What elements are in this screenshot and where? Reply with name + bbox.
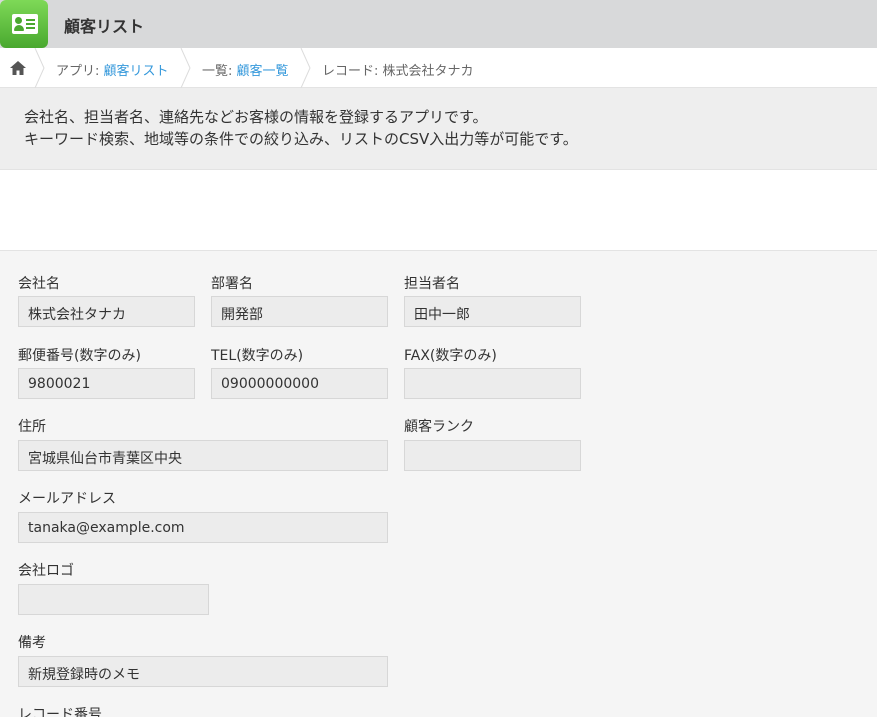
breadcrumb-list: 一覧: 顧客一覧: [202, 60, 289, 79]
customer-rank-field[interactable]: [404, 440, 581, 471]
breadcrumb-list-prefix: 一覧:: [202, 64, 237, 79]
company-logo-label: 会社ロゴ: [18, 563, 74, 579]
email-label: メールアドレス: [18, 491, 116, 507]
department-field[interactable]: 開発部: [211, 296, 388, 327]
postal-code-label: 郵便番号(数字のみ): [18, 348, 141, 364]
customer-card-icon[interactable]: [0, 0, 48, 48]
department-label: 部署名: [211, 276, 253, 292]
person-field[interactable]: 田中一郎: [404, 296, 581, 327]
notes-field[interactable]: 新規登録時のメモ: [18, 656, 388, 687]
description-line-1: 会社名、担当者名、連絡先などお客様の情報を登録するアプリです。: [24, 108, 488, 126]
tel-field[interactable]: 09000000000: [211, 368, 388, 399]
customer-rank-label: 顧客ランク: [404, 419, 474, 435]
person-label: 担当者名: [404, 276, 460, 292]
breadcrumb-app-link[interactable]: 顧客リスト: [104, 64, 169, 79]
app-icon-line: [26, 23, 35, 25]
fax-field[interactable]: [404, 368, 581, 399]
address-field[interactable]: 宮城県仙台市青葉区中央: [18, 440, 388, 471]
app-description: 会社名、担当者名、連絡先などお客様の情報を登録するアプリです。 キーワード検索、…: [0, 88, 877, 170]
breadcrumb-app-prefix: アプリ:: [56, 64, 104, 79]
email-field[interactable]: tanaka@example.com: [18, 512, 388, 543]
app-icon-person-body: [14, 25, 24, 31]
record-toolbar-area: [0, 170, 877, 251]
record-number-label: レコード番号: [18, 707, 102, 717]
fax-label: FAX(数字のみ): [404, 348, 497, 364]
company-logo-field[interactable]: [18, 584, 209, 615]
breadcrumb-list-link[interactable]: 顧客一覧: [237, 64, 289, 79]
breadcrumb-record: レコード: 株式会社タナカ: [322, 64, 474, 79]
home-icon[interactable]: [10, 61, 26, 75]
company-label: 会社名: [18, 276, 60, 292]
breadcrumb: アプリ: 顧客リスト 一覧: 顧客一覧 レコード: 株式会社タナカ: [0, 48, 877, 88]
breadcrumb-separator: [34, 48, 45, 88]
app-title: 顧客リスト: [64, 17, 145, 36]
breadcrumb-app: アプリ: 顧客リスト: [56, 60, 169, 79]
app-icon-card: [12, 14, 38, 34]
tel-label: TEL(数字のみ): [211, 348, 304, 364]
breadcrumb-separator: [180, 48, 191, 88]
app-header: 顧客リスト: [0, 0, 877, 48]
notes-label: 備考: [18, 635, 46, 651]
breadcrumb-separator: [300, 48, 311, 88]
app-icon-line: [26, 27, 35, 29]
address-label: 住所: [18, 419, 46, 435]
description-line-2: キーワード検索、地域等の条件での絞り込み、リストのCSV入出力等が可能です。: [24, 130, 578, 148]
app-icon-line: [26, 19, 35, 21]
company-field[interactable]: 株式会社タナカ: [18, 296, 195, 327]
app-icon-person-head: [15, 17, 22, 24]
postal-code-field[interactable]: 9800021: [18, 368, 195, 399]
